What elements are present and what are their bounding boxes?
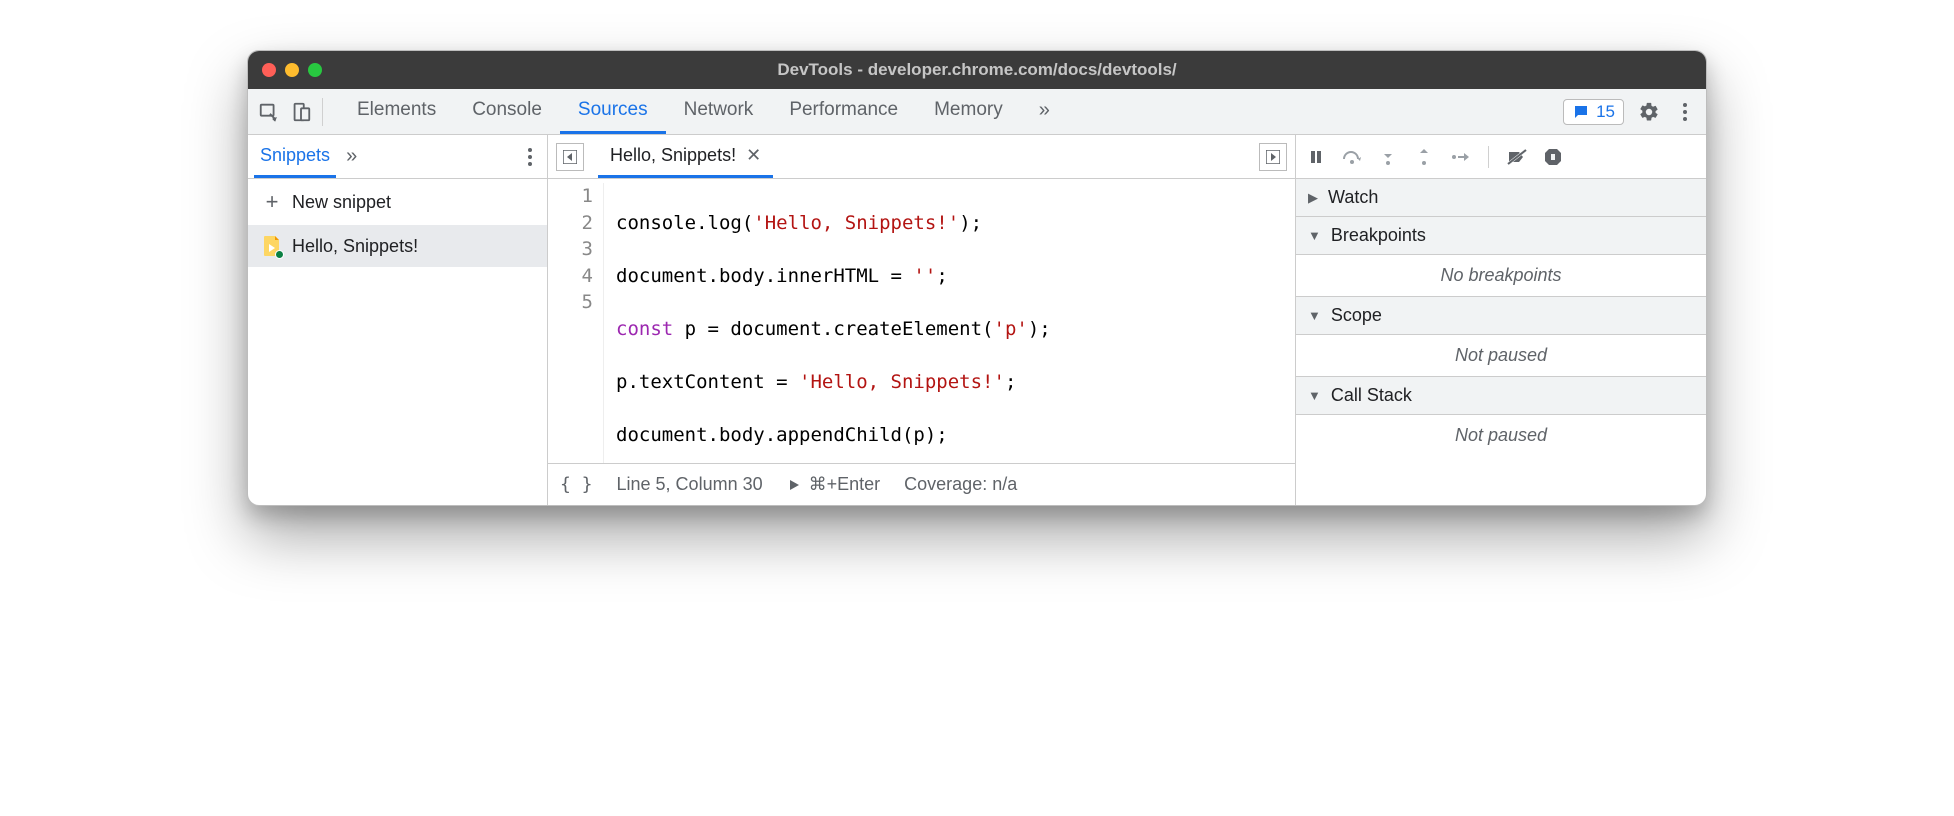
pause-icon[interactable] xyxy=(1306,147,1326,167)
panel-tabs: Elements Console Sources Network Perform… xyxy=(339,89,1063,134)
tab-memory[interactable]: Memory xyxy=(916,89,1021,134)
pretty-print-icon[interactable]: { } xyxy=(560,474,593,495)
snippets-list: + New snippet Hello, Snippets! xyxy=(248,179,547,505)
inspect-element-icon[interactable] xyxy=(258,101,280,123)
pause-on-exceptions-icon[interactable] xyxy=(1543,147,1563,167)
editor-pane: Hello, Snippets! ✕ 1 2 3 4 5 console.log… xyxy=(548,135,1296,505)
window-title: DevTools - developer.chrome.com/docs/dev… xyxy=(777,60,1176,80)
step-icon[interactable] xyxy=(1450,147,1470,167)
step-out-icon[interactable] xyxy=(1414,147,1434,167)
collapse-icon: ▼ xyxy=(1308,308,1321,323)
editor-tab-label: Hello, Snippets! xyxy=(610,145,736,166)
tab-sources[interactable]: Sources xyxy=(560,89,666,134)
new-snippet-label: New snippet xyxy=(292,192,391,213)
editor-statusbar: { } Line 5, Column 30 ⌘+Enter Coverage: … xyxy=(548,463,1295,505)
show-navigator-icon[interactable] xyxy=(556,143,584,171)
debugger-pane: ▶ Watch ▼ Breakpoints No breakpoints ▼ S… xyxy=(1296,135,1706,505)
content-area: Snippets » + New snippet Hello, Snippets… xyxy=(248,135,1706,505)
scope-label: Scope xyxy=(1331,305,1382,326)
tab-network[interactable]: Network xyxy=(666,89,772,134)
modified-indicator-icon xyxy=(275,250,284,259)
editor-tabbar: Hello, Snippets! ✕ xyxy=(548,135,1295,179)
breakpoints-section-header[interactable]: ▼ Breakpoints xyxy=(1296,217,1706,255)
plus-icon: + xyxy=(262,189,282,215)
play-icon xyxy=(787,478,801,492)
settings-icon[interactable] xyxy=(1638,101,1660,123)
kebab-menu-icon[interactable] xyxy=(1674,101,1696,123)
code-content: console.log('Hello, Snippets!'); documen… xyxy=(604,183,1051,463)
new-snippet-button[interactable]: + New snippet xyxy=(248,179,547,225)
snippet-item-label: Hello, Snippets! xyxy=(292,236,418,257)
window-titlebar: DevTools - developer.chrome.com/docs/dev… xyxy=(248,51,1706,89)
callstack-label: Call Stack xyxy=(1331,385,1412,406)
breakpoints-body: No breakpoints xyxy=(1296,255,1706,297)
tab-performance[interactable]: Performance xyxy=(771,89,916,134)
device-toolbar-icon[interactable] xyxy=(290,101,312,123)
tab-elements[interactable]: Elements xyxy=(339,89,454,134)
issues-badge[interactable]: 15 xyxy=(1563,99,1624,125)
callstack-section-header[interactable]: ▼ Call Stack xyxy=(1296,377,1706,415)
close-tab-icon[interactable]: ✕ xyxy=(746,145,761,166)
more-navigator-tabs-icon[interactable]: » xyxy=(346,145,352,168)
editor-tab[interactable]: Hello, Snippets! ✕ xyxy=(598,135,773,178)
run-snippet-button[interactable]: ⌘+Enter xyxy=(787,474,881,495)
navigator-menu-icon[interactable] xyxy=(519,146,541,168)
close-window-button[interactable] xyxy=(262,63,276,77)
scope-body: Not paused xyxy=(1296,335,1706,377)
scope-section-header[interactable]: ▼ Scope xyxy=(1296,297,1706,335)
show-debugger-icon[interactable] xyxy=(1259,143,1287,171)
coverage-status: Coverage: n/a xyxy=(904,474,1017,495)
navigator-tabs: Snippets » xyxy=(248,135,547,179)
maximize-window-button[interactable] xyxy=(308,63,322,77)
code-editor[interactable]: 1 2 3 4 5 console.log('Hello, Snippets!'… xyxy=(548,179,1295,463)
minimize-window-button[interactable] xyxy=(285,63,299,77)
traffic-lights xyxy=(262,63,322,77)
navigator-tab-snippets[interactable]: Snippets xyxy=(254,135,336,178)
cursor-position: Line 5, Column 30 xyxy=(617,474,763,495)
issues-icon xyxy=(1572,103,1590,121)
watch-section-header[interactable]: ▶ Watch xyxy=(1296,179,1706,217)
deactivate-breakpoints-icon[interactable] xyxy=(1507,147,1527,167)
issues-count: 15 xyxy=(1596,102,1615,122)
debugger-toolbar xyxy=(1296,135,1706,179)
collapse-icon: ▼ xyxy=(1308,228,1321,243)
navigator-sidebar: Snippets » + New snippet Hello, Snippets… xyxy=(248,135,548,505)
watch-label: Watch xyxy=(1328,187,1378,208)
expand-icon: ▶ xyxy=(1308,190,1318,206)
line-gutter: 1 2 3 4 5 xyxy=(548,183,604,463)
collapse-icon: ▼ xyxy=(1308,388,1321,403)
run-shortcut-label: ⌘+Enter xyxy=(809,474,881,495)
more-tabs-button[interactable]: » xyxy=(1021,89,1063,134)
step-over-icon[interactable] xyxy=(1342,147,1362,167)
breakpoints-label: Breakpoints xyxy=(1331,225,1426,246)
snippet-file-icon xyxy=(262,235,282,257)
callstack-body: Not paused xyxy=(1296,415,1706,456)
main-toolbar: Elements Console Sources Network Perform… xyxy=(248,89,1706,135)
snippet-item[interactable]: Hello, Snippets! xyxy=(248,225,547,267)
step-into-icon[interactable] xyxy=(1378,147,1398,167)
devtools-window: DevTools - developer.chrome.com/docs/dev… xyxy=(247,50,1707,506)
tab-console[interactable]: Console xyxy=(454,89,560,134)
